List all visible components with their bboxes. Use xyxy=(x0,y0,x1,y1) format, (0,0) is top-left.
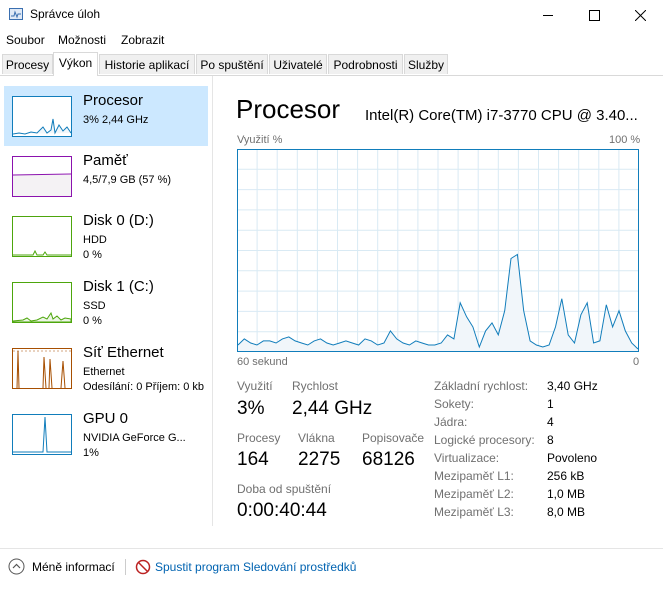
logical-processors-label: Logické procesory: xyxy=(434,433,535,447)
minimize-button[interactable] xyxy=(525,0,571,30)
sidebar-item-usage: 0 % xyxy=(83,249,102,261)
sidebar-item-title: Síť Ethernet xyxy=(83,344,164,361)
close-button[interactable] xyxy=(617,0,663,30)
cpu-usage-graph xyxy=(237,149,639,352)
l3-cache-value: 8,0 MB xyxy=(547,505,586,519)
page-title: Procesor xyxy=(236,94,341,124)
sidebar-item-detail: NVIDIA GeForce G... xyxy=(83,432,186,444)
menu-view[interactable]: Zobrazit xyxy=(121,33,164,47)
cores-value: 4 xyxy=(547,415,554,429)
tab-services[interactable]: Služby xyxy=(404,54,448,74)
virtualization-label: Virtualizace: xyxy=(434,451,500,465)
sockets-label: Sokety: xyxy=(434,397,475,411)
logical-processors-value: 8 xyxy=(547,433,554,447)
l1-cache-label: Mezipaměť L1: xyxy=(434,469,514,483)
l2-cache-label: Mezipaměť L2: xyxy=(434,487,514,501)
sidebar-item-detail: 3% 2,44 GHz xyxy=(83,114,149,126)
sidebar-item-usage: 1% xyxy=(83,447,99,459)
tab-details[interactable]: Podrobnosti xyxy=(328,54,403,74)
task-manager-icon xyxy=(9,8,23,20)
usage-label: Využití xyxy=(237,379,273,393)
sidebar-item-disk1[interactable]: Disk 1 (C:) SSD 0 % xyxy=(4,272,208,332)
menu-bar: Soubor Možnosti Zobrazit xyxy=(0,30,663,50)
threads-value: 2275 xyxy=(298,449,341,470)
cores-label: Jádra: xyxy=(434,415,468,429)
l2-cache-value: 1,0 MB xyxy=(547,487,586,501)
tab-processes[interactable]: Procesy xyxy=(2,54,53,74)
cpu-model-name: Intel(R) Core(TM) i7-3770 CPU @ 3.40... xyxy=(365,107,638,124)
less-info-button[interactable]: Méně informací xyxy=(32,560,115,574)
minimize-icon xyxy=(543,14,553,16)
cpu-thumbnail xyxy=(12,96,72,137)
graph-x-min-label: 0 xyxy=(633,356,640,368)
uptime-label: Doba od spuštění xyxy=(237,482,332,496)
base-speed-label: Základní rychlost: xyxy=(434,379,529,393)
tab-performance[interactable]: Výkon xyxy=(53,52,98,76)
processes-label: Procesy xyxy=(237,431,281,445)
sidebar-item-title: Disk 0 (D:) xyxy=(83,212,154,229)
maximize-button[interactable] xyxy=(571,0,617,30)
performance-sidebar: Procesor 3% 2,44 GHz Paměť 4,5/7,9 GB (5… xyxy=(0,76,213,526)
title-bar: Správce úloh xyxy=(0,0,663,30)
sidebar-item-usage: 0 % xyxy=(83,315,102,327)
virtualization-value: Povoleno xyxy=(547,451,598,465)
sidebar-item-detail: 4,5/7,9 GB (57 %) xyxy=(83,174,172,186)
l3-cache-label: Mezipaměť L3: xyxy=(434,505,514,519)
processes-value: 164 xyxy=(237,449,269,470)
sidebar-item-title: Procesor xyxy=(83,92,144,109)
sidebar-item-title: GPU 0 xyxy=(83,410,129,427)
sidebar-item-detail: HDD xyxy=(83,234,107,246)
graph-x-label: 60 sekund xyxy=(237,356,288,368)
usage-value: 3% xyxy=(237,398,265,419)
disk1-thumbnail xyxy=(12,282,72,323)
sockets-value: 1 xyxy=(547,397,554,411)
sidebar-item-memory[interactable]: Paměť 4,5/7,9 GB (57 %) xyxy=(4,146,208,206)
sidebar-item-detail: Ethernet xyxy=(83,366,125,378)
chevron-up-icon[interactable] xyxy=(8,558,25,575)
footer: Méně informací Spustit program Sledování… xyxy=(0,548,663,587)
open-resource-monitor-link[interactable]: Spustit program Sledování prostředků xyxy=(155,560,356,574)
handles-label: Popisovače xyxy=(362,431,425,445)
threads-label: Vlákna xyxy=(298,431,335,445)
l1-cache-value: 256 kB xyxy=(547,469,585,483)
uptime-value: 0:00:40:44 xyxy=(237,500,327,521)
window-title: Správce úloh xyxy=(30,7,101,21)
memory-thumbnail xyxy=(12,156,72,197)
tab-startup[interactable]: Po spuštění xyxy=(196,54,268,74)
speed-label: Rychlost xyxy=(292,379,339,393)
ethernet-thumbnail xyxy=(12,348,72,389)
graph-y-label: Využití % xyxy=(237,134,283,146)
handles-value: 68126 xyxy=(362,449,415,470)
resource-monitor-icon xyxy=(135,559,151,575)
gpu-thumbnail xyxy=(12,414,72,455)
sidebar-item-ethernet[interactable]: Síť Ethernet Ethernet Odesílání: 0 Příje… xyxy=(4,338,208,398)
sidebar-item-title: Paměť xyxy=(83,152,128,169)
speed-value: 2,44 GHz xyxy=(292,398,373,419)
graph-y-max-label: 100 % xyxy=(609,134,641,146)
sidebar-item-detail: SSD xyxy=(83,300,106,312)
sidebar-item-cpu[interactable]: Procesor 3% 2,44 GHz xyxy=(4,86,208,146)
footer-divider xyxy=(125,559,126,575)
close-icon xyxy=(634,9,646,21)
sidebar-item-disk0[interactable]: Disk 0 (D:) HDD 0 % xyxy=(4,206,208,266)
tab-app-history[interactable]: Historie aplikací xyxy=(99,54,195,74)
sidebar-item-title: Disk 1 (C:) xyxy=(83,278,154,295)
menu-file[interactable]: Soubor xyxy=(6,33,45,47)
sidebar-item-throughput: Odesílání: 0 Příjem: 0 kb xyxy=(83,381,205,393)
disk0-thumbnail xyxy=(12,216,72,257)
menu-options[interactable]: Možnosti xyxy=(58,33,106,47)
maximize-icon xyxy=(588,9,600,21)
tab-bar: Procesy Výkon Historie aplikací Po spušt… xyxy=(0,52,663,76)
sidebar-item-gpu[interactable]: GPU 0 NVIDIA GeForce G... 1% xyxy=(4,404,208,464)
base-speed-value: 3,40 GHz xyxy=(547,379,598,393)
tab-users[interactable]: Uživatelé xyxy=(269,54,327,74)
